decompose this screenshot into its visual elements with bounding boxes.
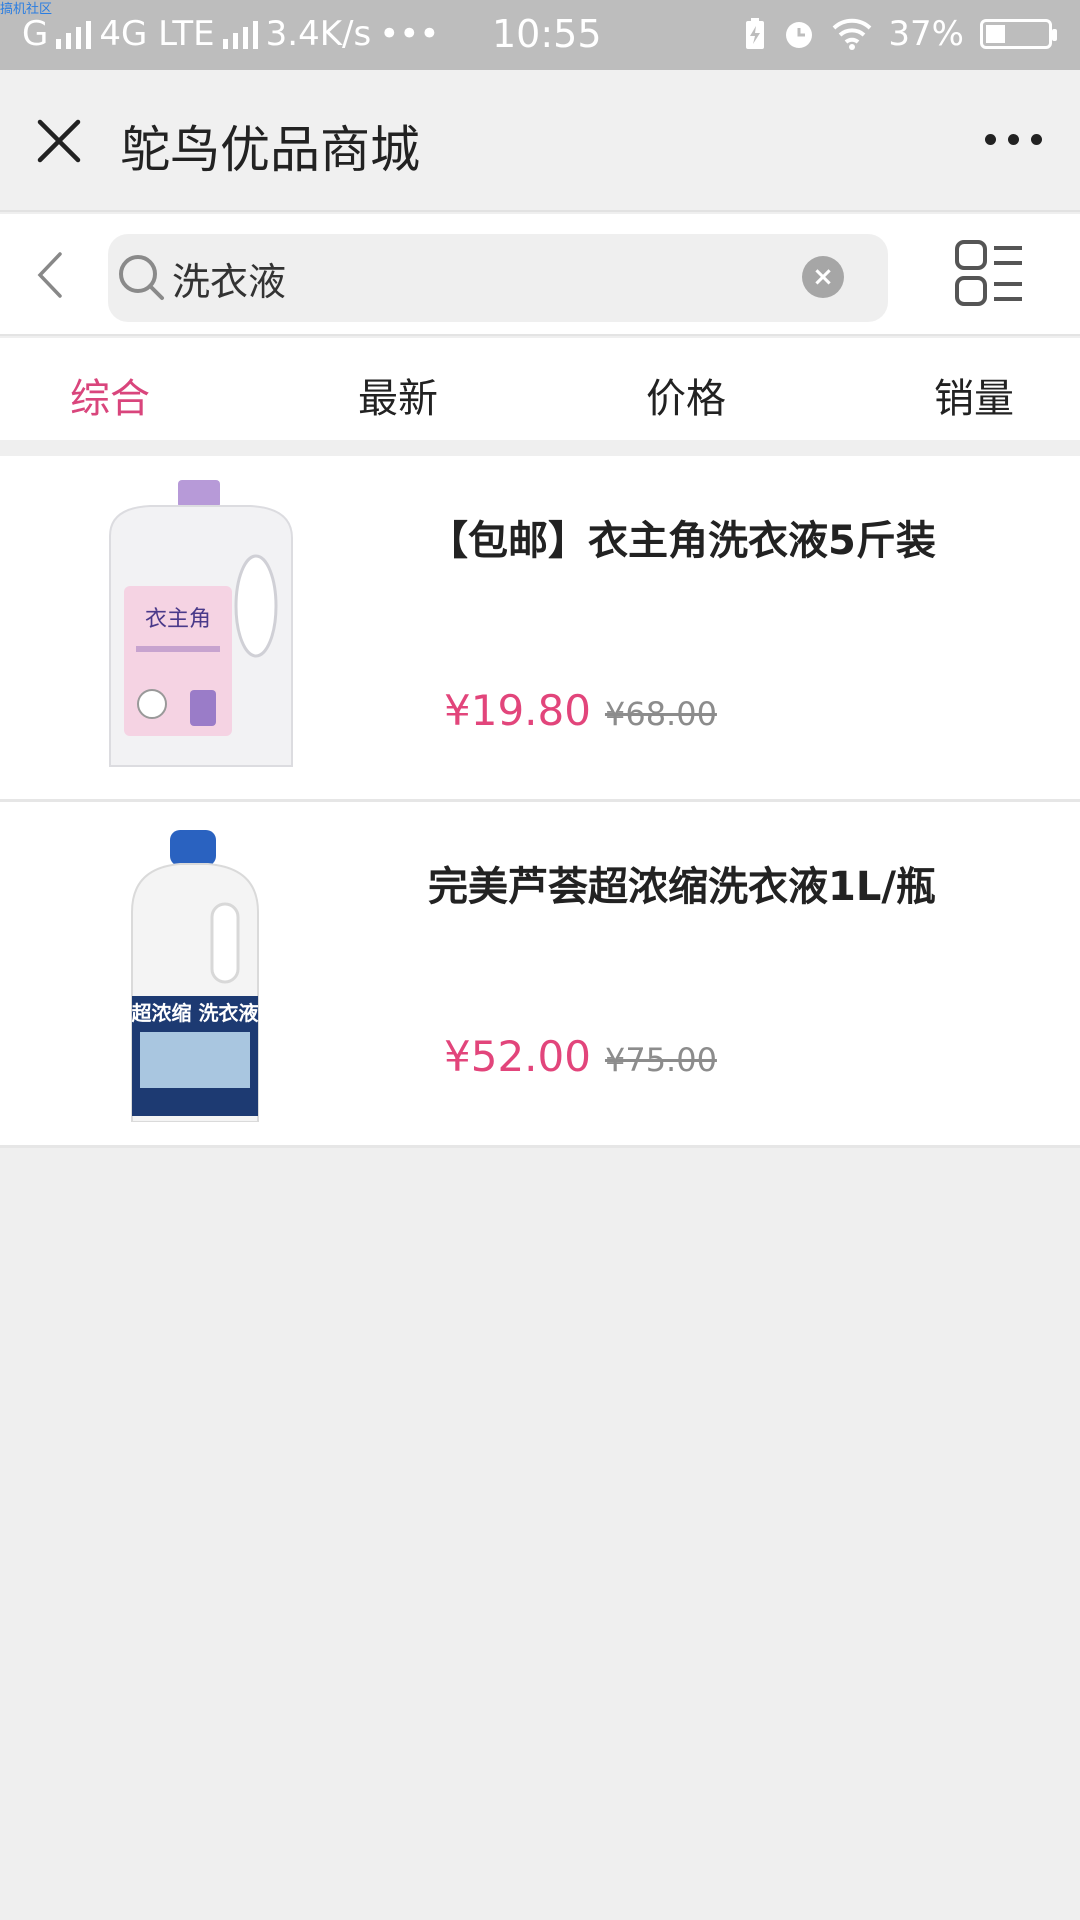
product-image-brand: 衣主角	[145, 607, 211, 632]
status-left: G 4G LTE 3.4K/s •••	[22, 14, 439, 54]
product-card[interactable]: 衣主角 【包邮】衣主角洗衣液5斤装 ¥19.80 ¥68.00	[0, 456, 1080, 802]
product-image-label: 超浓缩 洗衣液	[131, 1001, 260, 1025]
charging-icon	[746, 18, 765, 49]
page-title: 鸵鸟优品商城	[120, 121, 420, 179]
clock: 10:55	[492, 12, 602, 56]
alarm-icon	[786, 22, 813, 48]
search-box[interactable]: ×	[108, 234, 888, 322]
battery-percent: 37%	[888, 14, 964, 54]
title-bar: 鸵鸟优品商城	[0, 70, 1080, 212]
status-right: 37%	[744, 14, 1057, 54]
signal-icon	[222, 19, 258, 49]
carrier-label: G	[22, 14, 49, 54]
price-row: ¥52.00 ¥75.00	[444, 1032, 717, 1081]
tab-newest[interactable]: 最新	[358, 366, 438, 424]
battery-icon	[980, 19, 1057, 49]
sale-price: ¥19.80	[444, 686, 591, 735]
product-card[interactable]: 超浓缩 洗衣液 完美芦荟超浓缩洗衣液1L/瓶 ¥52.00 ¥75.00	[0, 802, 1080, 1148]
product-image[interactable]: 超浓缩 洗衣液	[40, 822, 360, 1122]
sale-price: ¥52.00	[444, 1032, 591, 1081]
more-dots: •••	[379, 14, 440, 54]
clear-search-icon[interactable]: ×	[802, 256, 844, 298]
tab-comprehensive[interactable]: 综合	[70, 366, 150, 424]
search-icon	[119, 255, 164, 300]
original-price: ¥75.00	[604, 1041, 717, 1079]
search-input[interactable]	[172, 248, 792, 308]
tab-sales[interactable]: 销量	[934, 366, 1014, 424]
list-layout-toggle-icon[interactable]	[954, 238, 1024, 310]
more-options-icon[interactable]	[985, 134, 1042, 145]
signal-icon	[56, 19, 92, 49]
close-icon[interactable]	[36, 118, 82, 164]
product-title[interactable]: 完美芦荟超浓缩洗衣液1L/瓶	[428, 854, 936, 912]
tab-price[interactable]: 价格	[646, 366, 726, 424]
wifi-icon	[833, 18, 872, 50]
original-price: ¥68.00	[604, 695, 717, 733]
search-bar: ×	[0, 214, 1080, 336]
sort-tabs: 综合 最新 价格 销量	[0, 338, 1080, 440]
speed-label: 3.4K/s	[265, 14, 372, 54]
status-bar: 搞机社区 G 4G LTE 3.4K/s ••• 10:55 37%	[0, 0, 1080, 70]
network-label: 4G LTE	[99, 14, 215, 54]
product-image[interactable]: 衣主角	[40, 476, 360, 776]
product-list: 衣主角 【包邮】衣主角洗衣液5斤装 ¥19.80 ¥68.00 超浓缩 洗衣液 …	[0, 456, 1080, 1148]
product-title[interactable]: 【包邮】衣主角洗衣液5斤装	[428, 508, 936, 566]
back-chevron-icon[interactable]	[30, 250, 70, 300]
price-row: ¥19.80 ¥68.00	[444, 686, 717, 735]
